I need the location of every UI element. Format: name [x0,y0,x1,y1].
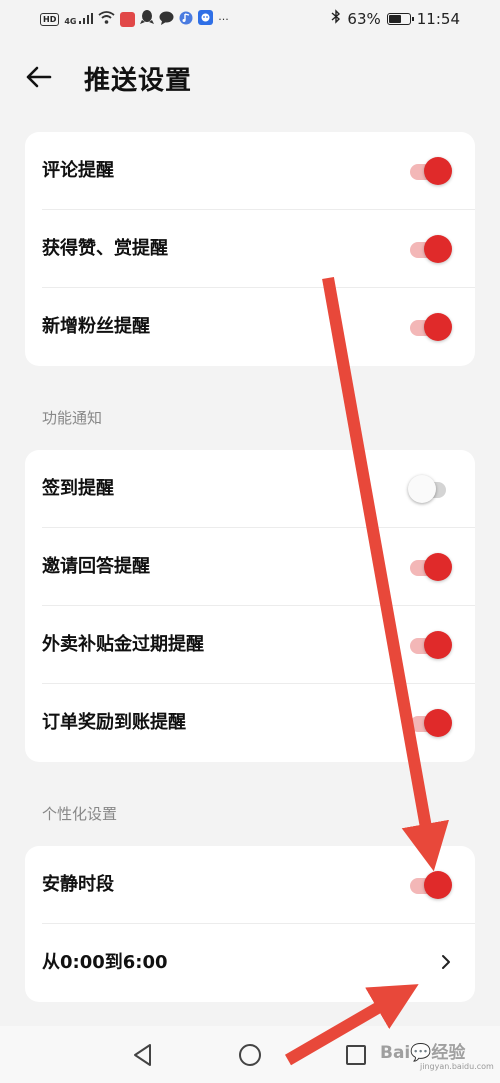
4g-signal-icon: 4G [64,12,94,26]
setting-row-checkin[interactable]: 签到提醒 [25,450,475,528]
back-button[interactable] [24,62,54,92]
quiet-hours-toggle[interactable] [408,870,454,900]
nav-home-button[interactable] [237,1042,263,1068]
red-app-icon [120,11,136,27]
setting-label: 订单奖励到账提醒 [42,712,186,733]
setting-row-likes[interactable]: 获得赞、赏提醒 [25,210,475,288]
setting-label: 邀请回答提醒 [42,556,150,577]
setting-label: 评论提醒 [42,160,114,181]
setting-row-comment[interactable]: 评论提醒 [25,132,475,210]
blue-app-icon [198,10,214,28]
setting-label: 从0:00到6:00 [42,952,168,973]
status-bar: HD 4G ··· 63% 11:54 [0,0,500,38]
page-title: 推送设置 [84,66,193,96]
status-right: 63% 11:54 [331,9,460,28]
setting-label: 安静时段 [42,874,114,895]
comment-reminder-toggle[interactable] [408,156,454,186]
setting-row-takeout-subsidy[interactable]: 外卖补贴金过期提醒 [25,606,475,684]
setting-row-followers[interactable]: 新增粉丝提醒 [25,288,475,366]
chevron-right-icon [442,955,450,969]
wifi-icon [98,11,115,27]
qq-icon [140,10,155,28]
circle-home-icon [239,1044,261,1066]
hd-icon: HD [40,12,60,26]
setting-row-quiet-hours[interactable]: 安静时段 [25,846,475,924]
nav-back-button[interactable] [130,1042,156,1068]
checkin-reminder-toggle[interactable] [408,474,454,504]
likes-reminder-toggle[interactable] [408,234,454,264]
settings-card-personalization: 安静时段 从0:00到6:00 [25,846,475,1002]
takeout-subsidy-toggle[interactable] [408,630,454,660]
clock: 11:54 [416,9,460,28]
back-arrow-icon [26,66,52,88]
more-icon: ··· [218,12,229,26]
settings-card-interactions: 评论提醒 获得赞、赏提醒 新增粉丝提醒 [25,132,475,366]
setting-label: 签到提醒 [42,478,114,499]
setting-row-invite-answer[interactable]: 邀请回答提醒 [25,528,475,606]
setting-row-quiet-time-range[interactable]: 从0:00到6:00 [25,924,475,1002]
baidu-watermark: Bai💬经验 [380,1043,466,1063]
square-recents-icon [346,1045,366,1065]
status-left-icons: HD 4G ··· [40,10,229,28]
battery-percent: 63% [347,9,381,28]
section-label-features: 功能通知 [42,409,103,427]
chat-icon [159,11,174,28]
setting-label: 获得赞、赏提醒 [42,238,168,259]
bluetooth-icon [331,9,341,28]
baidu-watermark-url: jingyan.baidu.com [420,1062,494,1071]
settings-card-features: 签到提醒 邀请回答提醒 外卖补贴金过期提醒 订单奖励到账提醒 [25,450,475,762]
setting-row-order-reward[interactable]: 订单奖励到账提醒 [25,684,475,762]
invite-answer-toggle[interactable] [408,552,454,582]
nav-recents-button[interactable] [343,1042,369,1068]
followers-reminder-toggle[interactable] [408,312,454,342]
setting-label: 外卖补贴金过期提醒 [42,634,204,655]
music-icon [179,11,193,28]
section-label-personalization: 个性化设置 [42,805,118,823]
triangle-back-icon [134,1044,151,1066]
battery-icon [386,12,414,25]
setting-label: 新增粉丝提醒 [42,316,150,337]
order-reward-toggle[interactable] [408,708,454,738]
app-header: 推送设置 [0,52,500,104]
